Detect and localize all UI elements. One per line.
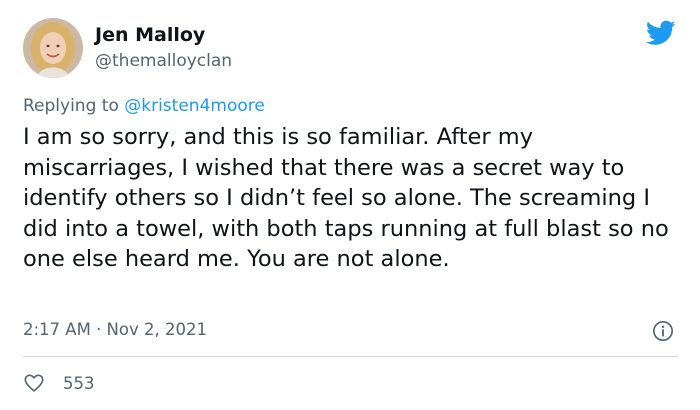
tweet-timestamp[interactable]: 2:17 AM · Nov 2, 2021 (23, 320, 207, 339)
avatar[interactable] (23, 18, 83, 78)
replying-to-line: Replying to @kristen4moore (23, 96, 265, 116)
like-button[interactable]: 553 (23, 372, 95, 394)
divider (23, 356, 678, 357)
heart-icon[interactable] (23, 372, 45, 394)
author-handle[interactable]: @themalloyclan (95, 51, 232, 71)
tweet-text: I am so sorry, and this is so familiar. … (23, 124, 669, 272)
avatar-photo-icon (23, 18, 83, 78)
replying-to-label: Replying to (23, 96, 119, 116)
tweet-card: Jen Malloy @themalloyclan Replying to @k… (0, 0, 700, 410)
author-display-name[interactable]: Jen Malloy (95, 24, 205, 46)
info-icon[interactable] (652, 320, 674, 342)
reply-mention-link[interactable]: @kristen4moore (124, 96, 265, 116)
like-count: 553 (63, 373, 95, 393)
twitter-bird-icon[interactable] (646, 20, 676, 46)
